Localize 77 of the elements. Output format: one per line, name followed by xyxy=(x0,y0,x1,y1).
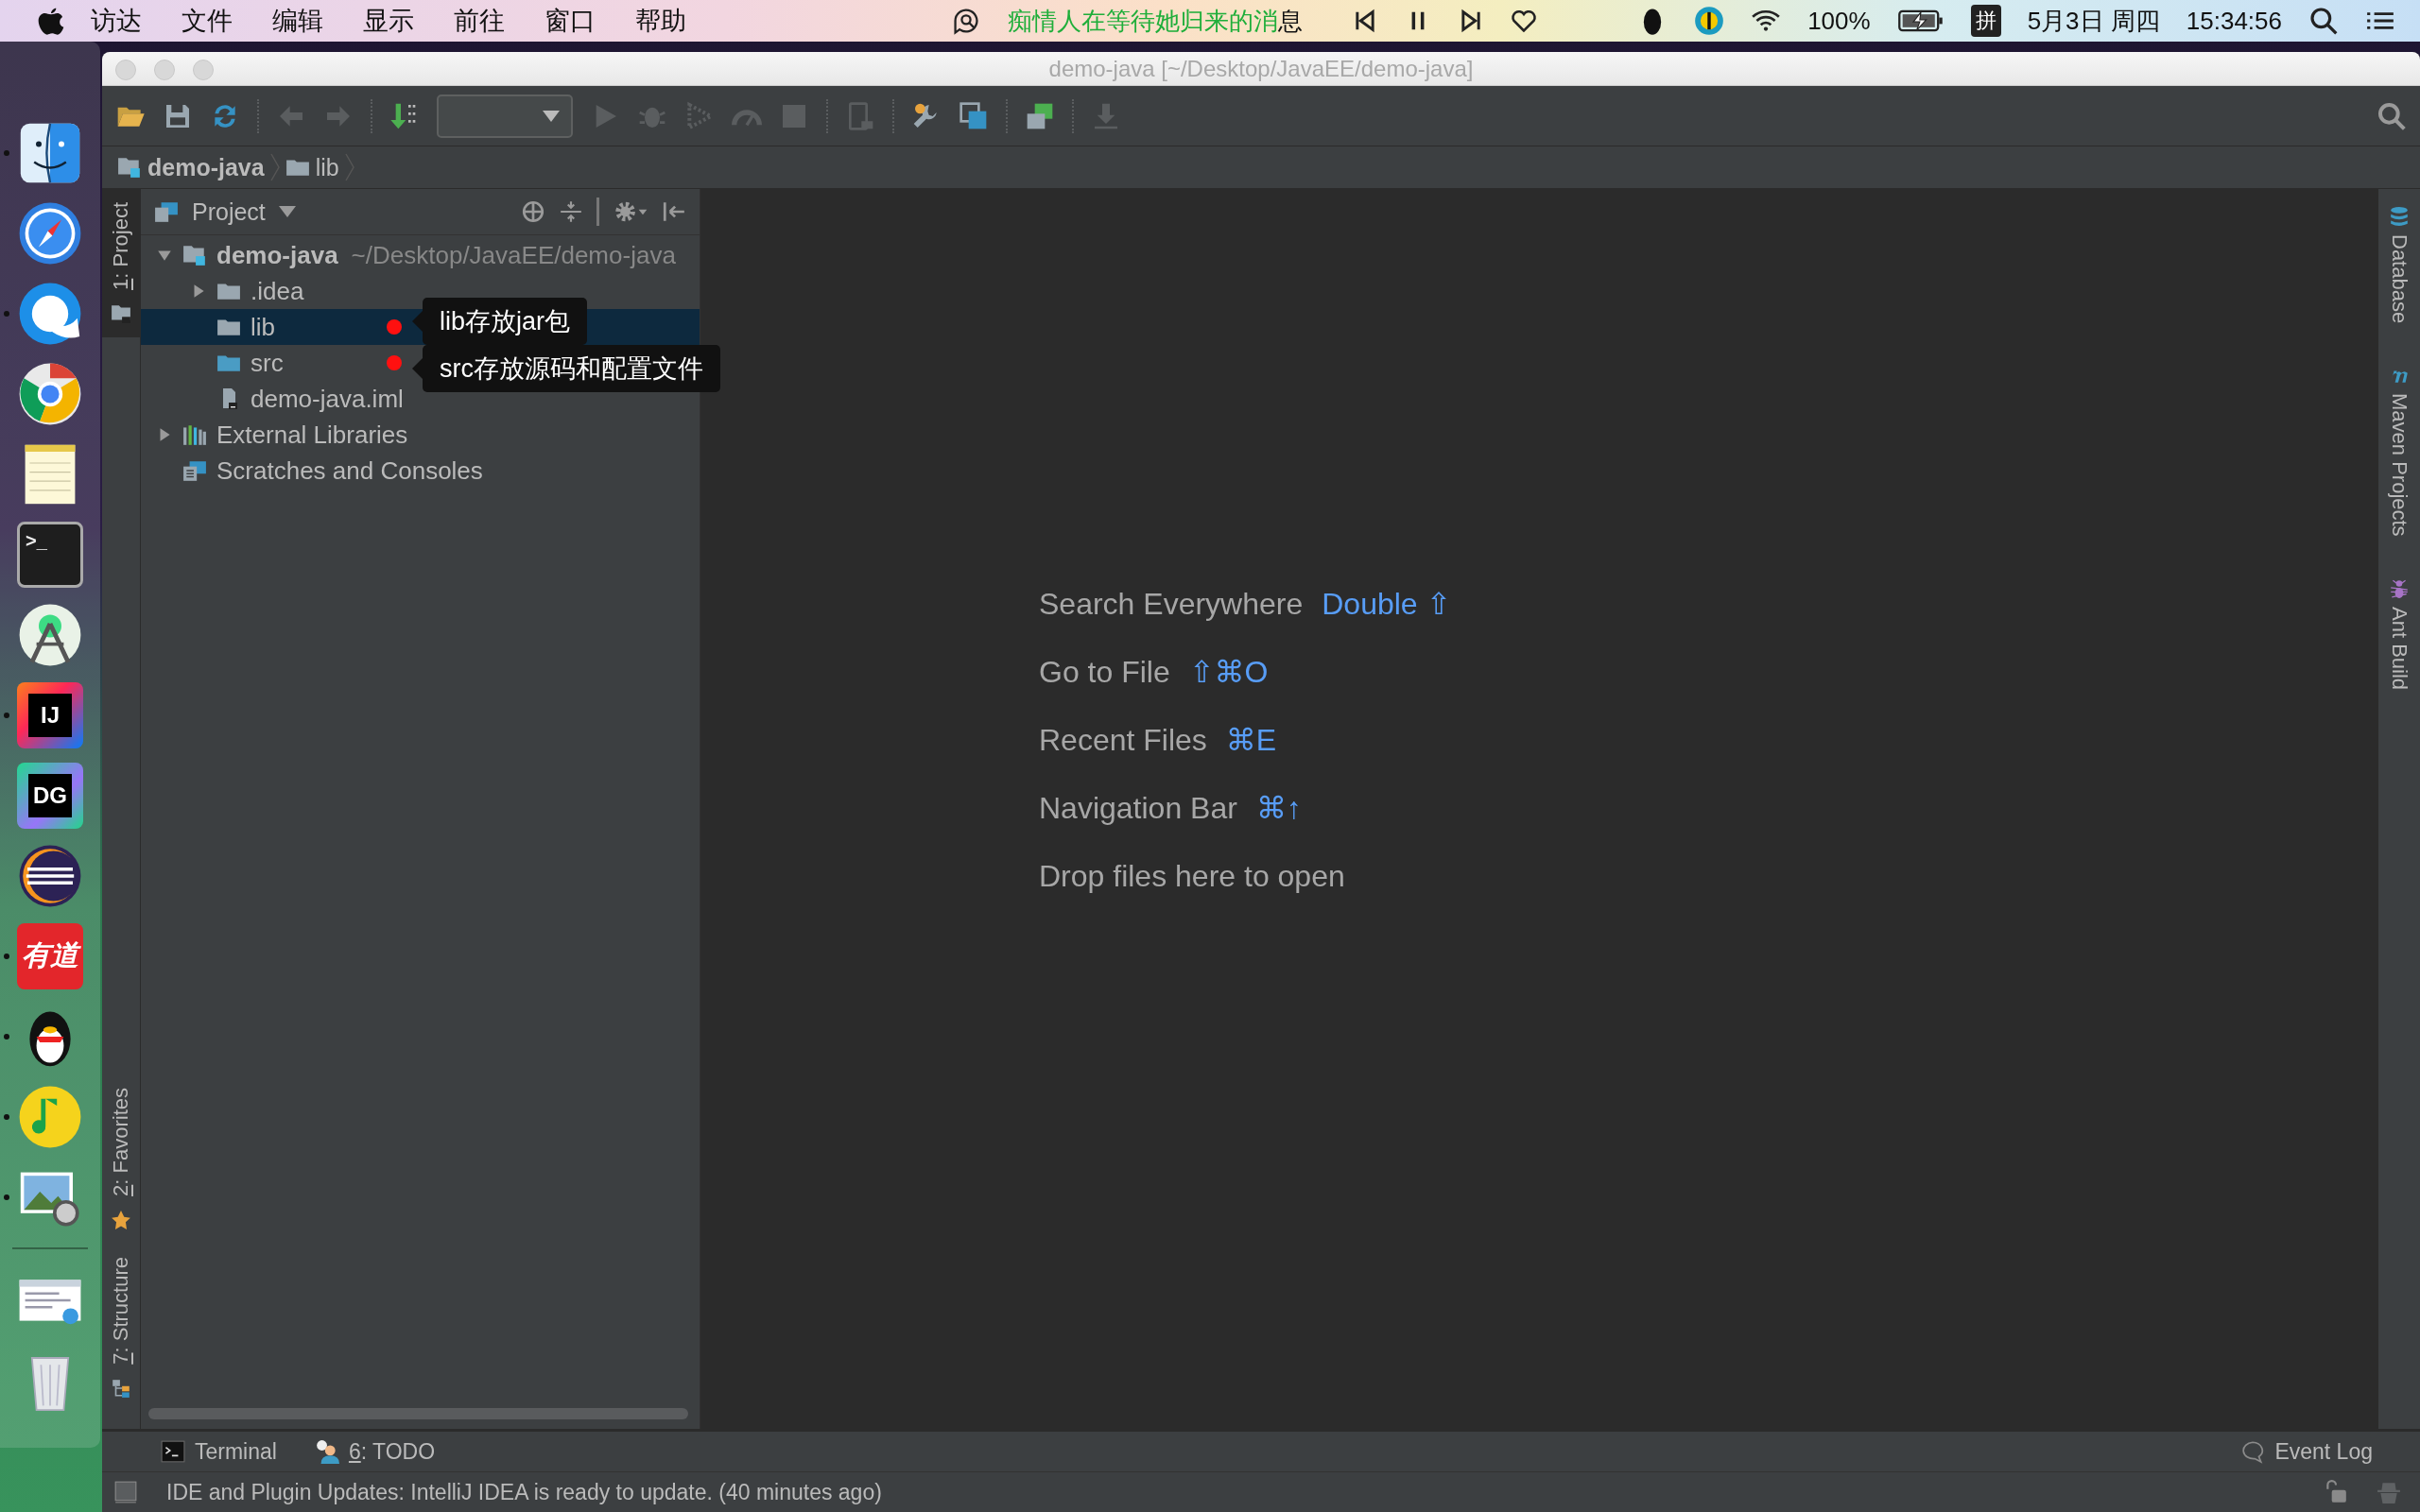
menu-clock[interactable]: 15:34:56 xyxy=(2186,6,2282,36)
menu-item[interactable]: 显示 xyxy=(363,4,414,38)
horizontal-scrollbar[interactable] xyxy=(148,1408,688,1419)
tool-window-tab[interactable]: Ant Build xyxy=(2378,577,2420,690)
hint-text: Go to File xyxy=(1039,654,1170,690)
libraries-icon xyxy=(182,423,207,446)
app-icon[interactable]: >_ xyxy=(17,521,83,588)
status-message[interactable]: IDE and Plugin Updates: IntelliJ IDEA is ready to update. (40 minutes ago) xyxy=(166,1479,882,1505)
menu-item[interactable]: 编辑 xyxy=(272,4,323,38)
structure-icon xyxy=(111,1378,131,1399)
tree-item[interactable]: lib xyxy=(251,312,275,342)
module-folder-icon xyxy=(182,244,207,266)
unlocked-padlock-icon[interactable] xyxy=(2324,1480,2348,1504)
shortcut-text: ⇧⌘O xyxy=(1188,654,1269,690)
app-icon[interactable]: IJ xyxy=(17,681,83,748)
tree-item[interactable]: External Libraries xyxy=(216,420,408,450)
view-selector[interactable]: Project xyxy=(192,198,266,226)
search-icon[interactable] xyxy=(2308,6,2339,36)
caret-icon xyxy=(543,110,560,122)
app-icon[interactable]: 有道 xyxy=(17,922,83,989)
tree-item[interactable]: Scratches and Consoles xyxy=(216,455,483,486)
heart-icon[interactable] xyxy=(1511,8,1538,34)
tool-window-tab[interactable]: Terminal xyxy=(161,1438,277,1465)
menu-date[interactable]: 5月3日 周四 xyxy=(2027,4,2160,38)
module-folder-icon xyxy=(117,156,142,179)
breadcrumb[interactable]: demo-java xyxy=(117,153,265,181)
tool-window-tab[interactable]: 6: TODO xyxy=(314,1438,436,1465)
tree-item[interactable]: demo-java xyxy=(216,240,338,270)
lyric-text: 痴情人在等待她归来的消息 xyxy=(1008,5,1304,37)
app-icon[interactable]: DG xyxy=(17,762,83,829)
input-method-indicator[interactable]: 拼 xyxy=(1970,5,2001,37)
event-log-tab[interactable]: Event Log xyxy=(2240,1438,2373,1465)
project-structure-icon[interactable] xyxy=(959,100,989,131)
tool-window-tab[interactable]: Maven Projects xyxy=(2378,365,2420,537)
project-path: ~/Desktop/JavaEE/demo-java xyxy=(351,240,676,270)
shortcut-text: ⌘↑ xyxy=(1255,790,1302,826)
tool-window-tab[interactable]: 7: Structure xyxy=(102,1244,140,1412)
panel-toggle-icon[interactable] xyxy=(113,1480,138,1504)
terminal-icon xyxy=(161,1439,185,1464)
gear-icon[interactable] xyxy=(613,199,648,224)
tree-item[interactable]: demo-java.iml xyxy=(251,384,404,414)
folder-icon xyxy=(111,302,131,324)
caret-icon[interactable] xyxy=(278,206,296,217)
collapse-all-icon[interactable] xyxy=(559,199,583,224)
tool-window-tab[interactable]: 2: Favorites xyxy=(102,1074,140,1245)
menu-item[interactable]: 帮助 xyxy=(635,4,686,38)
breadcrumb[interactable]: lib xyxy=(285,153,339,181)
person-speech-icon xyxy=(314,1439,339,1464)
marker-dot xyxy=(387,355,402,370)
hint-text: Search Everywhere xyxy=(1039,586,1304,622)
tree-item[interactable]: .idea xyxy=(251,276,304,306)
window-title: demo-java [~/Desktop/JavaEE/demo-java] xyxy=(1048,55,1474,82)
menu-item[interactable]: 前往 xyxy=(454,4,505,38)
locate-icon[interactable] xyxy=(521,199,545,224)
star-icon xyxy=(111,1210,131,1231)
status-app-icon[interactable] xyxy=(1694,6,1725,36)
speech-bubble-icon xyxy=(2240,1439,2266,1464)
project-view-icon xyxy=(154,200,179,223)
hide-panel-icon[interactable] xyxy=(662,199,686,224)
tool-window-tab[interactable]: Database xyxy=(2378,206,2420,324)
shortcut-text: ⌘E xyxy=(1225,722,1277,758)
ant-icon xyxy=(2389,577,2410,599)
menu-item[interactable]: 文件 xyxy=(182,4,233,38)
annotation-callout: src存放源码和配置文件 xyxy=(412,345,720,392)
hint-text: Drop files here to open xyxy=(1039,858,1345,894)
menu-item[interactable]: 访达 xyxy=(91,4,142,38)
shortcut-text: Double ⇧ xyxy=(1322,586,1452,622)
battery-percentage: 100% xyxy=(1807,6,1871,36)
apple-icon[interactable] xyxy=(38,6,64,36)
menu-item[interactable]: 窗口 xyxy=(544,4,596,38)
annotation-callout: lib存放jar包 xyxy=(412,298,588,345)
tree-item[interactable]: src xyxy=(251,348,284,378)
tool-window-tab[interactable]: 1: Project xyxy=(102,189,140,337)
scratches-icon xyxy=(182,459,207,482)
hint-text: Navigation Bar xyxy=(1039,790,1237,826)
database-icon xyxy=(2389,206,2410,227)
hint-text: Recent Files xyxy=(1039,722,1207,758)
